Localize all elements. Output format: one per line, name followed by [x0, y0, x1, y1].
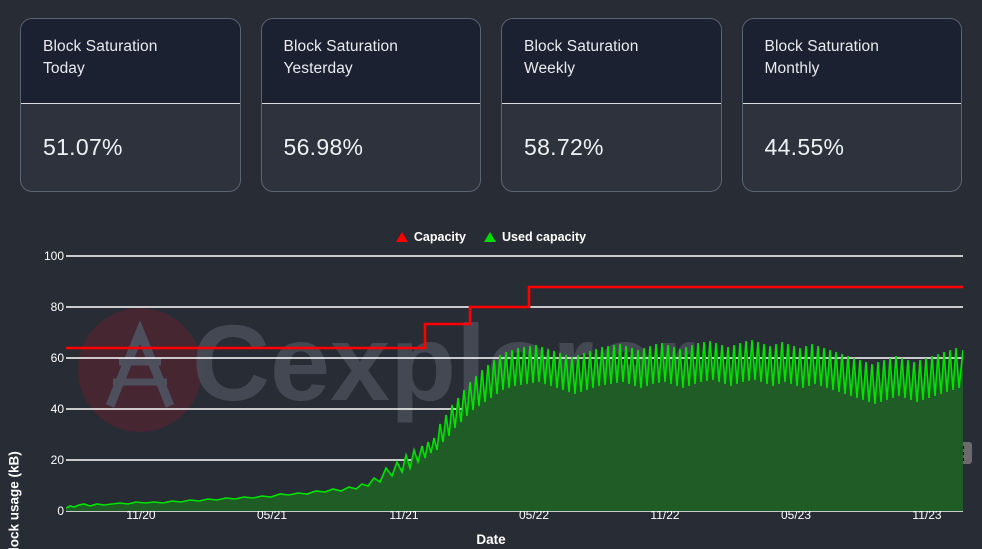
stat-card-title-line2: Monthly	[764, 60, 820, 77]
stat-card-wrapper: Block Saturation Today 51.07%	[10, 18, 251, 210]
stat-card-title-line2: Yesterday	[283, 60, 353, 77]
stat-card-row: Block Saturation Today 51.07% Block Satu…	[0, 0, 982, 210]
stat-card-body: 51.07%	[21, 104, 240, 191]
stat-card-today[interactable]: Block Saturation Today 51.07%	[20, 18, 241, 192]
stat-card-value: 58.72%	[524, 134, 604, 160]
stat-card-header: Block Saturation Yesterday	[261, 19, 480, 104]
stat-card-value: 51.07%	[43, 134, 123, 160]
stat-card-title-line1: Block Saturation	[283, 38, 398, 55]
stat-card-body: 58.72%	[502, 104, 721, 191]
plot-area: Block usage (kB) Date 100 80 60 40 20 0 …	[0, 210, 982, 549]
stat-card-weekly[interactable]: Block Saturation Weekly 58.72%	[501, 18, 722, 192]
chart-canvas: Cexplorer	[66, 255, 963, 512]
stat-card-wrapper: Block Saturation Monthly 44.55%	[732, 18, 973, 210]
stat-card-header: Block Saturation Today	[21, 19, 240, 104]
stat-card-header: Block Saturation Monthly	[742, 19, 961, 104]
stat-card-title-line1: Block Saturation	[43, 38, 158, 55]
stat-card-header: Block Saturation Weekly	[502, 19, 721, 104]
stat-card-body: 56.98%	[262, 104, 481, 191]
block-usage-chart: Capacity Used capacity Block usage (kB) …	[0, 210, 982, 549]
stat-card-body: 44.55%	[743, 104, 962, 191]
stat-card-value: 56.98%	[283, 134, 364, 160]
stat-card-wrapper: Block Saturation Weekly 58.72%	[491, 18, 732, 210]
page-root: Block Saturation Today 51.07% Block Satu…	[0, 0, 982, 549]
stat-card-title-line1: Block Saturation	[764, 38, 879, 55]
stat-card-title-line2: Today	[43, 60, 85, 77]
stat-card-yesterday[interactable]: Block Saturation Yesterday 56.98%	[260, 18, 481, 192]
stat-card-title-line1: Block Saturation	[524, 38, 639, 55]
stat-card-monthly[interactable]: Block Saturation Monthly 44.55%	[741, 18, 962, 192]
stat-card-wrapper: Block Saturation Yesterday 56.98%	[251, 18, 492, 210]
stat-card-value: 44.55%	[764, 134, 845, 160]
stat-card-title-line2: Weekly	[524, 60, 576, 77]
